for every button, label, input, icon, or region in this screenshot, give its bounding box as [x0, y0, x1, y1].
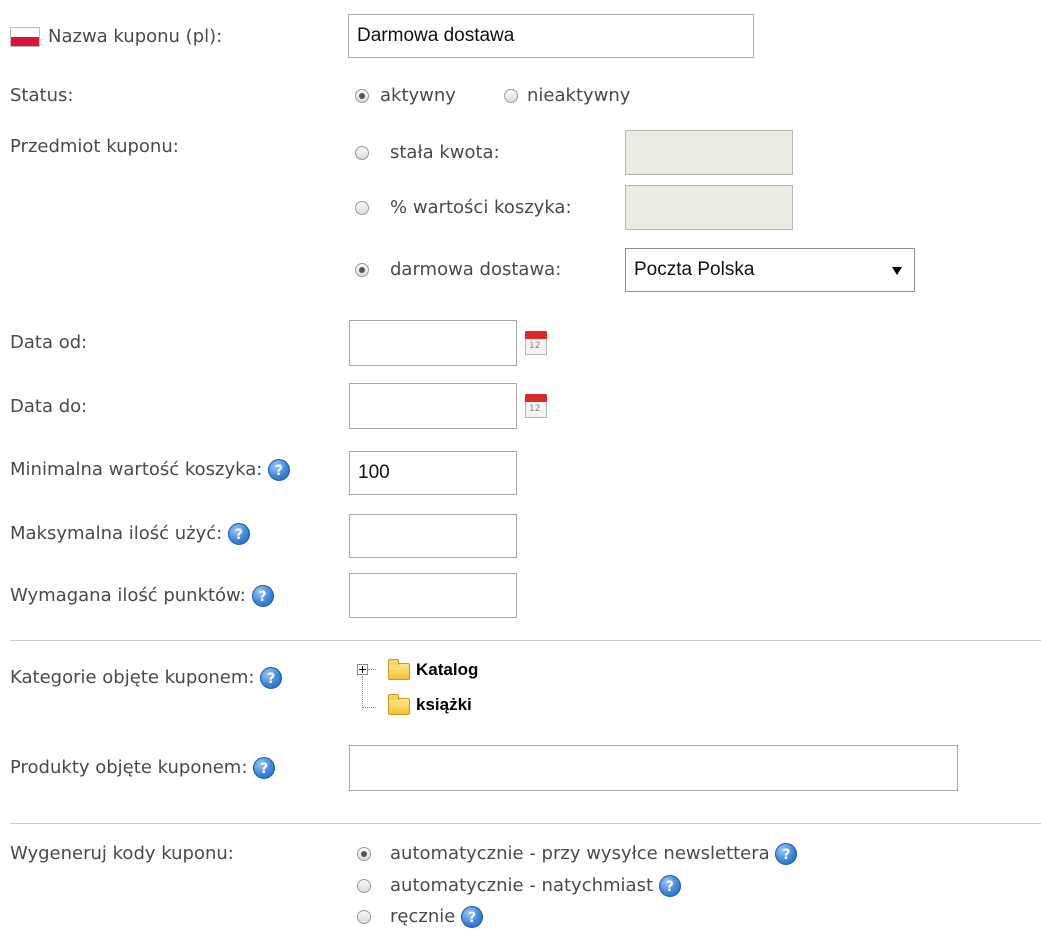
status-inactive-radio[interactable]: [504, 89, 518, 103]
help-icon[interactable]: ?: [260, 667, 283, 689]
date-from-label: Data od:: [10, 332, 88, 353]
tree-expand-icon[interactable]: [357, 664, 368, 675]
free-shipping-radio[interactable]: [355, 263, 369, 277]
categories-label-text: Kategorie objęte kuponem:: [10, 667, 255, 688]
required-points-input[interactable]: [349, 573, 517, 618]
generate-immediate-option: automatycznie - natychmiast ?: [390, 875, 681, 897]
fixed-amount-radio[interactable]: [355, 146, 369, 160]
divider: [10, 823, 1041, 824]
folder-icon: [388, 694, 410, 715]
generate-immediate-label: automatycznie - natychmiast: [390, 875, 654, 896]
tree-connector: [363, 707, 376, 709]
date-to-label: Data do:: [10, 396, 88, 417]
calendar-icon[interactable]: 12: [525, 394, 547, 418]
required-points-label: Wymagana ilość punktów: ?: [10, 585, 274, 607]
max-uses-label-text: Maksymalna ilość użyć:: [10, 523, 223, 544]
tree-item-ksiazki[interactable]: książki: [416, 695, 472, 715]
help-icon[interactable]: ?: [227, 523, 250, 545]
generate-manual-label: ręcznie: [390, 906, 456, 927]
percent-cart-radio[interactable]: [355, 201, 369, 215]
fixed-amount-input[interactable]: [625, 130, 793, 175]
coupon-name-value: Darmowa dostawa: [357, 25, 515, 46]
free-shipping-label: darmowa dostawa:: [390, 259, 562, 280]
products-label: Produkty objęte kuponem: ?: [10, 757, 276, 779]
shipping-select-value: Poczta Polska: [634, 259, 755, 280]
chevron-down-icon: [892, 267, 902, 275]
percent-cart-label: % wartości koszyka:: [390, 197, 572, 218]
status-label: Status:: [10, 85, 74, 106]
generate-manual-option: ręcznie ?: [390, 906, 484, 928]
min-cart-value: 100: [358, 462, 390, 483]
subject-label: Przedmiot kuponu:: [10, 136, 179, 157]
products-label-text: Produkty objęte kuponem:: [10, 757, 248, 778]
status-active-radio[interactable]: [355, 89, 369, 103]
min-cart-input[interactable]: 100: [349, 451, 517, 495]
flag-pl-icon: [10, 27, 40, 47]
help-icon[interactable]: ?: [251, 585, 274, 607]
max-uses-label: Maksymalna ilość użyć: ?: [10, 523, 250, 545]
tree-connector: [362, 676, 364, 708]
coupon-name-label: Nazwa kuponu (pl):: [48, 26, 223, 47]
generate-newsletter-label: automatycznie - przy wysyłce newslettera: [390, 843, 770, 864]
coupon-name-input[interactable]: Darmowa dostawa: [348, 14, 754, 58]
calendar-day-text: 12: [529, 404, 541, 414]
date-from-input[interactable]: [349, 320, 517, 366]
min-cart-label-text: Minimalna wartość koszyka:: [10, 459, 263, 480]
folder-icon: [388, 659, 410, 680]
fixed-amount-label: stała kwota:: [390, 142, 500, 163]
generate-newsletter-radio[interactable]: [357, 847, 371, 861]
generate-immediate-radio[interactable]: [357, 879, 371, 893]
categories-label: Kategorie objęte kuponem: ?: [10, 667, 283, 689]
tree-connector: [368, 669, 376, 671]
products-input[interactable]: [349, 745, 958, 791]
status-active-label: aktywny: [380, 85, 456, 106]
date-to-input[interactable]: [349, 383, 517, 429]
help-icon[interactable]: ?: [775, 843, 798, 865]
help-icon[interactable]: ?: [658, 875, 681, 897]
generate-manual-radio[interactable]: [357, 910, 371, 924]
tree-item-katalog[interactable]: Katalog: [416, 660, 478, 680]
percent-cart-input[interactable]: [625, 185, 793, 230]
generate-codes-label: Wygeneruj kody kuponu:: [10, 843, 234, 864]
divider: [10, 640, 1041, 641]
help-icon[interactable]: ?: [268, 459, 291, 481]
generate-newsletter-option: automatycznie - przy wysyłce newslettera…: [390, 843, 798, 865]
calendar-day-text: 12: [529, 341, 541, 351]
help-icon[interactable]: ?: [461, 906, 484, 928]
max-uses-input[interactable]: [349, 514, 517, 558]
calendar-icon[interactable]: 12: [525, 331, 547, 355]
shipping-select[interactable]: Poczta Polska: [625, 248, 915, 292]
required-points-label-text: Wymagana ilość punktów:: [10, 585, 246, 606]
help-icon[interactable]: ?: [253, 757, 276, 779]
status-inactive-label: nieaktywny: [527, 85, 631, 106]
min-cart-label: Minimalna wartość koszyka: ?: [10, 459, 291, 481]
